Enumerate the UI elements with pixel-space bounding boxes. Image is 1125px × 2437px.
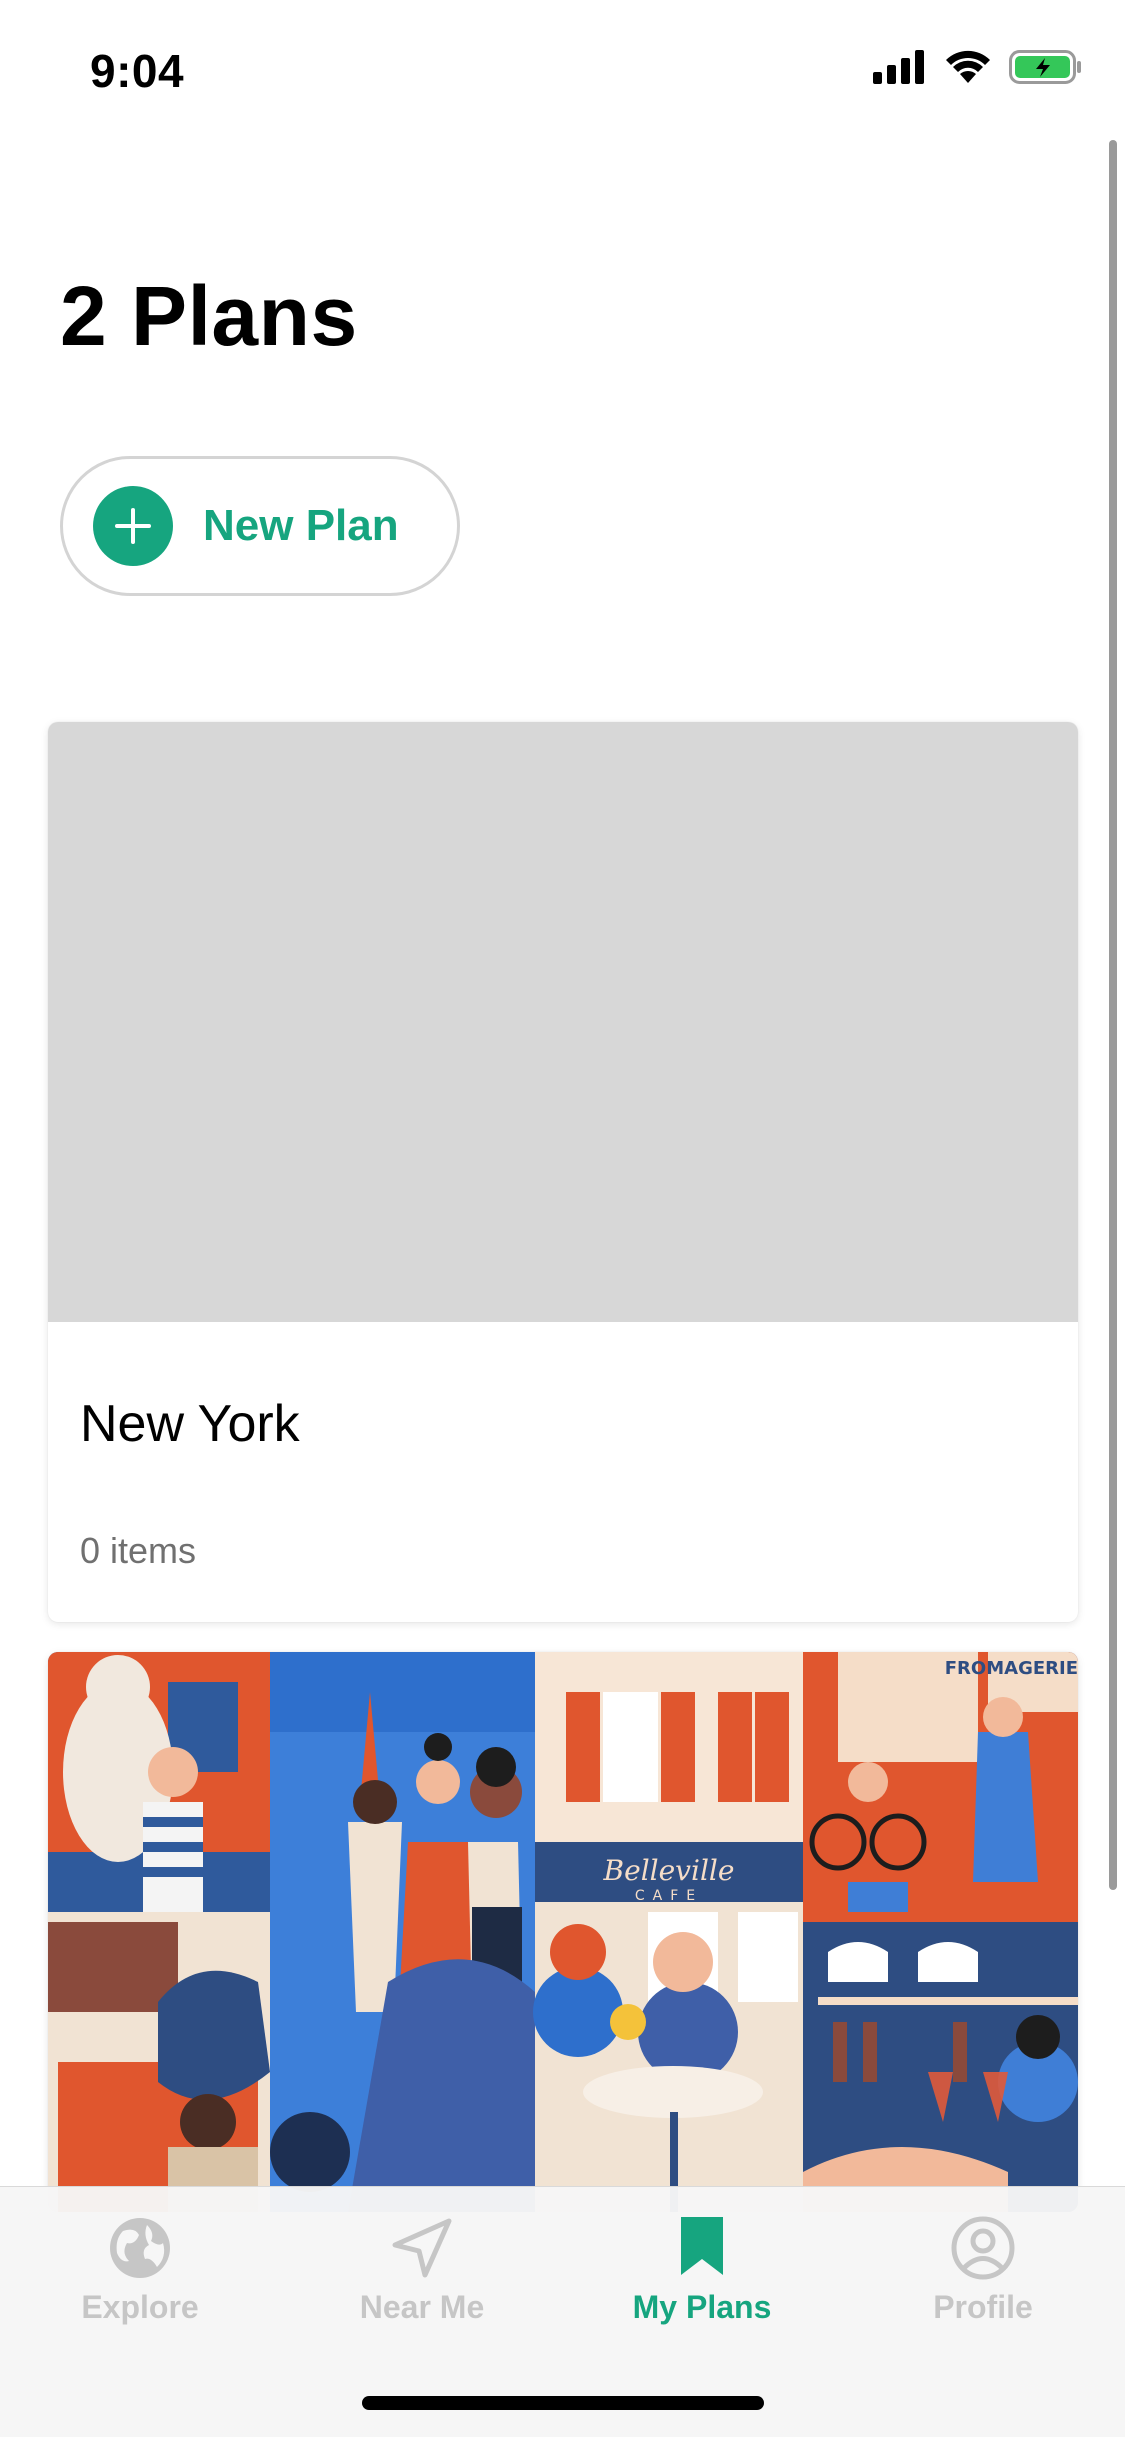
page-title: 2 Plans: [60, 269, 358, 363]
tab-explore[interactable]: Explore: [40, 2213, 240, 2326]
bookmark-icon: [681, 2217, 723, 2275]
tab-label: My Plans: [632, 2289, 772, 2325]
tab-near-me[interactable]: Near Me: [322, 2213, 522, 2326]
tab-label: Profile: [933, 2289, 1033, 2325]
navigation-arrow-icon: [392, 2218, 452, 2278]
battery-charging-icon: [1009, 50, 1081, 84]
plan-title: New York: [80, 1395, 300, 1453]
plan-item-count: 0 items: [80, 1530, 197, 1571]
plan-card-new-york[interactable]: New York 0 items: [48, 722, 1078, 1622]
cellular-signal-icon: [873, 50, 924, 84]
globe-icon: [110, 2218, 170, 2278]
wifi-icon: [946, 50, 990, 83]
plus-icon: [93, 486, 173, 566]
new-plan-button[interactable]: New Plan: [60, 456, 460, 596]
tab-my-plans[interactable]: My Plans: [602, 2213, 802, 2326]
shop-sign: FROMAGERIE: [945, 1658, 1078, 1679]
tab-profile[interactable]: Profile: [883, 2213, 1083, 2326]
status-bar: 9:04: [0, 0, 1125, 132]
scroll-indicator[interactable]: [1109, 140, 1117, 1890]
tab-label: Explore: [81, 2289, 199, 2325]
home-indicator[interactable]: [362, 2396, 764, 2410]
plan-illustration: Belleville CAFE FROMAGERIE: [48, 1652, 1078, 2212]
tab-label: Near Me: [359, 2289, 485, 2325]
cafe-subsign: CAFE: [635, 1888, 703, 1904]
cafe-sign: Belleville: [603, 1854, 735, 1887]
new-plan-label: New Plan: [203, 501, 399, 550]
status-icons: [873, 50, 1083, 84]
status-time: 9:04: [90, 45, 185, 97]
plan-card-paris[interactable]: Belleville CAFE FROMAGERIE: [48, 1652, 1078, 2212]
user-circle-icon: [951, 2216, 1015, 2280]
plan-image-placeholder: [48, 722, 1078, 1322]
